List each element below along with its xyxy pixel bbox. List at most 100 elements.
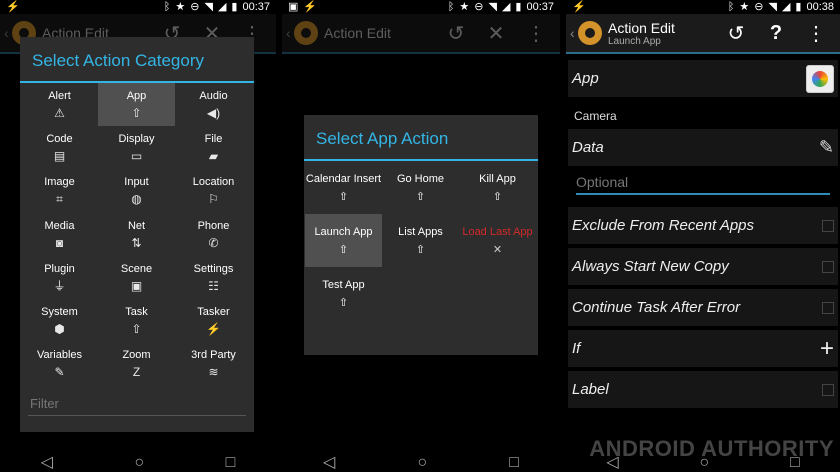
screen-select-category: ⚡ ᛒ ★ ⊖ ◥ ◢ ▮ 00:37 ‹ Action Edit ↺ ✕ ⋮ … <box>0 0 276 472</box>
category-input[interactable]: Input ◍ <box>98 170 175 213</box>
app-select-button[interactable] <box>806 64 834 93</box>
category-task[interactable]: Task ⇧ <box>98 299 175 342</box>
overflow-menu-icon[interactable]: ⋮ <box>796 21 836 46</box>
category-location[interactable]: Location ⚐ <box>175 170 252 213</box>
action-bar-title: Action Edit <box>608 19 675 36</box>
sliders-icon: ☷ <box>208 278 219 293</box>
back-icon[interactable]: ‹ <box>4 25 12 41</box>
bluetooth-icon: ᛒ <box>727 0 735 13</box>
home-nav-icon[interactable]: ○ <box>134 454 144 472</box>
exclude-recent-row[interactable]: Exclude From Recent Apps <box>568 207 838 244</box>
undo-icon[interactable]: ↺ <box>716 21 756 46</box>
dialog-title: Select Action Category <box>20 37 254 83</box>
category-file[interactable]: File ▰ <box>175 126 252 169</box>
undo-icon[interactable]: ↺ <box>436 21 476 46</box>
signal-icon: ◢ <box>501 0 511 13</box>
category-system[interactable]: System ⬢ <box>21 299 98 342</box>
close-icon: ✕ <box>492 243 503 256</box>
category-net[interactable]: Net ⇅ <box>98 213 175 256</box>
recents-nav-icon[interactable]: □ <box>226 454 236 472</box>
screen-action-edit: ⚡ ᛒ ★ ⊖ ◥ ◢ ▮ 00:38 ‹ Action Edit Launch… <box>566 0 840 472</box>
label-checkbox[interactable] <box>822 383 834 396</box>
category-3rd-party[interactable]: 3rd Party ≋ <box>175 343 252 386</box>
back-icon[interactable]: ‹ <box>286 25 294 41</box>
phone-icon: ✆ <box>208 235 219 250</box>
network-icon: ⇅ <box>131 235 142 250</box>
speaker-icon: ◀) <box>206 105 221 120</box>
rocket-icon: ⇧ <box>338 190 349 203</box>
action-bar: ‹ Action Edit Launch App ↺ ? ⋮ <box>566 14 840 54</box>
action-list-apps[interactable]: List Apps ⇧ <box>382 214 459 267</box>
flag-icon: ⚐ <box>208 192 219 207</box>
home-nav-icon[interactable]: ○ <box>699 454 709 472</box>
folder-icon: ▰ <box>208 148 219 163</box>
action-bar: ‹ Action Edit ↺ ✕ ⋮ <box>282 14 560 54</box>
always-new-checkbox[interactable] <box>822 260 834 273</box>
category-zoom[interactable]: Zoom Z <box>98 343 175 386</box>
status-time: 00:37 <box>526 1 554 13</box>
category-phone[interactable]: Phone ✆ <box>175 213 252 256</box>
back-nav-icon[interactable]: ◁ <box>606 452 618 472</box>
battery-icon: ▮ <box>231 0 238 13</box>
exclude-recent-checkbox[interactable] <box>822 219 834 232</box>
category-media[interactable]: Media ◙ <box>21 213 98 256</box>
category-app[interactable]: App ⇧ <box>98 83 175 127</box>
continue-error-row[interactable]: Continue Task After Error <box>568 289 838 326</box>
continue-error-checkbox[interactable] <box>822 301 834 314</box>
rocket-icon: ⇧ <box>415 243 426 256</box>
pencil-icon[interactable]: ✎ <box>819 137 834 158</box>
code-icon: ▤ <box>53 148 66 163</box>
category-code[interactable]: Code ▤ <box>21 126 98 169</box>
category-audio[interactable]: Audio ◀) <box>175 83 252 126</box>
crop-icon: ⌗ <box>56 192 63 207</box>
category-tasker[interactable]: Tasker ⚡ <box>175 299 252 342</box>
action-test-app[interactable]: Test App ⇧ <box>305 267 382 320</box>
action-launch-app[interactable]: Launch App ⇧ <box>305 214 382 267</box>
action-load-last-app[interactable]: Load Last App ✕ <box>459 214 536 267</box>
wifi-icon: ◥ <box>768 0 777 13</box>
category-settings[interactable]: Settings ☷ <box>175 256 252 299</box>
category-image[interactable]: Image ⌗ <box>21 170 98 213</box>
back-icon[interactable]: ‹ <box>570 25 578 41</box>
close-icon[interactable]: ✕ <box>476 21 516 46</box>
nav-bar: ◁ ○ □ <box>0 454 276 472</box>
filter-input[interactable]: Filter <box>28 392 246 417</box>
stack-icon: ≋ <box>208 365 219 380</box>
action-bar-title: Action Edit <box>324 25 391 41</box>
label-row[interactable]: Label <box>568 371 838 408</box>
tasker-logo <box>578 21 602 45</box>
wifi-icon: ◥ <box>204 0 213 13</box>
data-input[interactable]: Optional <box>576 170 830 195</box>
rocket-icon: ⇧ <box>338 243 349 256</box>
category-variables[interactable]: Variables ✎ <box>21 343 98 386</box>
category-alert[interactable]: Alert ⚠ <box>21 83 98 126</box>
category-display[interactable]: Display ▭ <box>98 126 175 169</box>
bolt-icon: ⚡ <box>6 0 20 13</box>
image-icon: ▣ <box>288 0 299 13</box>
overflow-menu-icon[interactable]: ⋮ <box>516 21 556 46</box>
nav-bar: ◁ ○ □ <box>566 454 840 472</box>
recents-nav-icon[interactable]: □ <box>509 454 519 472</box>
back-nav-icon[interactable]: ◁ <box>41 452 53 472</box>
back-nav-icon[interactable]: ◁ <box>323 452 335 472</box>
help-button[interactable]: ? <box>756 22 796 45</box>
action-kill-app[interactable]: Kill App ⇧ <box>459 161 536 214</box>
if-row[interactable]: If + <box>568 330 838 367</box>
rocket-icon: ⇧ <box>131 105 142 120</box>
recents-nav-icon[interactable]: □ <box>790 454 800 472</box>
app-action-grid: Calendar Insert ⇧ Go Home ⇧ Kill App ⇧ Laun… <box>305 161 537 320</box>
app-row[interactable]: App <box>568 60 838 97</box>
bluetooth-icon: ᛒ <box>163 0 171 13</box>
category-plugin[interactable]: Plugin ⏚ <box>21 256 98 299</box>
camera-app-icon <box>812 70 828 87</box>
signal-icon: ◢ <box>217 0 227 13</box>
signal-icon: ◢ <box>781 0 791 13</box>
app-label: App <box>572 70 599 87</box>
add-condition-icon[interactable]: + <box>820 335 834 363</box>
action-go-home[interactable]: Go Home ⇧ <box>382 161 459 214</box>
always-new-row[interactable]: Always Start New Copy <box>568 248 838 285</box>
action-calendar-insert[interactable]: Calendar Insert ⇧ <box>305 161 382 214</box>
data-row[interactable]: Data ✎ <box>568 129 838 166</box>
home-nav-icon[interactable]: ○ <box>417 454 427 472</box>
category-scene[interactable]: Scene ▣ <box>98 256 175 299</box>
